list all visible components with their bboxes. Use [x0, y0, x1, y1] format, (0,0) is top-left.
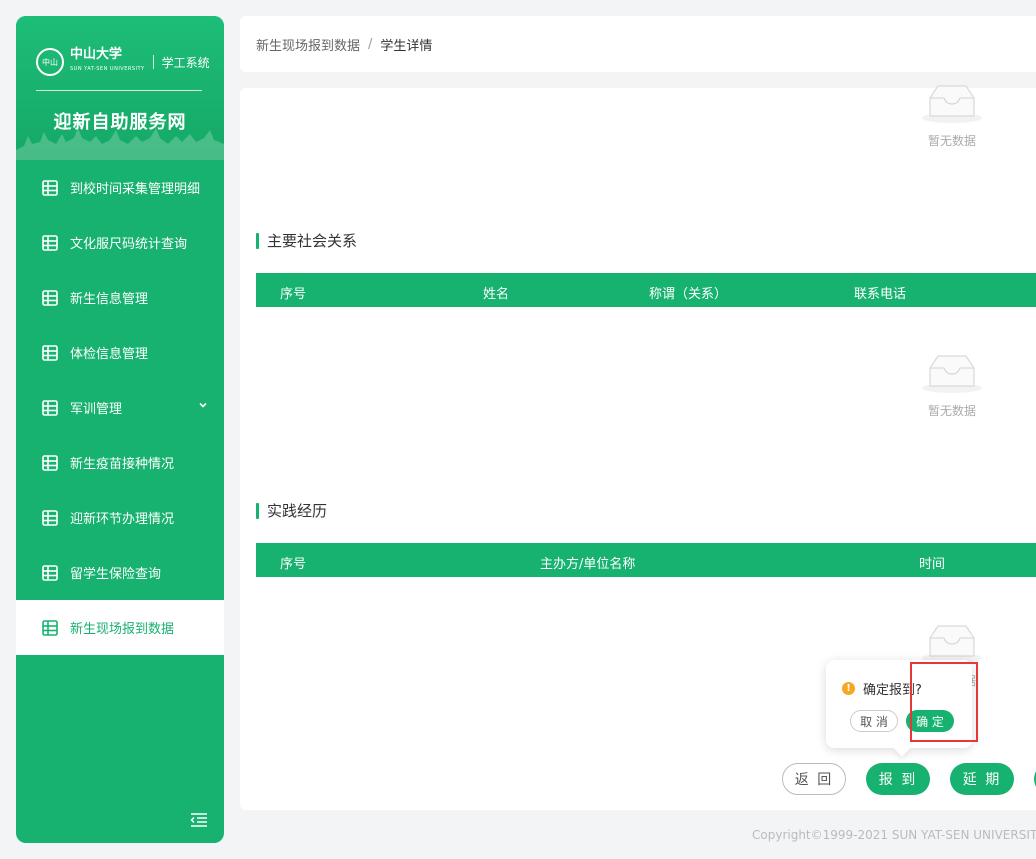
section-title-practice: 实践经历: [256, 500, 327, 521]
sidebar-item-label: 军训管理: [70, 402, 123, 417]
sidebar-item-label: 文化服尺码统计查询: [70, 237, 188, 252]
breadcrumb-parent-link[interactable]: 新生现场报到数据: [256, 35, 360, 54]
seal-text: 中山: [42, 57, 58, 67]
list-icon: [42, 234, 58, 251]
sidebar-item-label: 到校时间采集管理明细: [70, 182, 201, 197]
university-name-en: SUN YAT-SEN UNIVERSITY: [70, 66, 145, 72]
header-divider: [36, 90, 202, 91]
crowd-silhouette-decoration: [16, 128, 224, 160]
column-header: 联系电话: [854, 287, 907, 302]
column-header: 时间: [919, 557, 946, 572]
column-header: 主办方/单位名称: [540, 557, 636, 572]
sidebar-item-label: 留学生保险查询: [70, 567, 162, 582]
sidebar-item-uniform-size[interactable]: 文化服尺码统计查询: [16, 215, 224, 270]
empty-box-icon: [922, 355, 982, 393]
list-icon: [42, 179, 58, 196]
empty-state-text: 暂无数据: [927, 134, 976, 148]
sidebar-item-label: 新生现场报到数据: [70, 622, 175, 637]
section-title-text: 实践经历: [267, 502, 328, 520]
section-accent-bar: [256, 502, 259, 519]
sidebar-item-health-check[interactable]: 体检信息管理: [16, 325, 224, 380]
footer-copyright: Copyright©1999-2021 SUN YAT-SEN UNIVERSI…: [752, 828, 1036, 842]
chevron-down-icon: [199, 402, 207, 408]
sidebar-item-student-info[interactable]: 新生信息管理: [16, 270, 224, 325]
sidebar-item-onsite-report[interactable]: 新生现场报到数据: [16, 600, 224, 655]
warning-icon: !: [842, 682, 855, 695]
social-table-header: 序号 姓名 称谓（关系） 联系电话: [256, 273, 1036, 307]
empty-state-text: 暂无数据: [927, 404, 976, 418]
highlight-box: [910, 662, 978, 742]
delay-button[interactable]: 延 期: [950, 763, 1014, 795]
university-logo: 中山 中山大学 SUN YAT-SEN UNIVERSITY 学工系统: [36, 48, 210, 76]
sidebar-item-welcome-steps[interactable]: 迎新环节办理情况: [16, 490, 224, 545]
list-icon: [42, 509, 58, 526]
empty-state: 暂无数据: [912, 84, 992, 149]
sidebar-header: 中山 中山大学 SUN YAT-SEN UNIVERSITY 学工系统 迎新自助…: [16, 16, 224, 160]
sidebar-item-military-training[interactable]: 军训管理: [16, 380, 224, 435]
list-icon: [42, 454, 58, 471]
breadcrumb-current: 学生详情: [380, 38, 433, 54]
sidebar-item-label: 体检信息管理: [70, 347, 149, 362]
section-accent-bar: [256, 232, 259, 249]
empty-box-icon: [922, 625, 982, 663]
practice-table-header: 序号 主办方/单位名称 时间: [256, 543, 1036, 577]
sidebar-item-label: 新生疫苗接种情况: [70, 457, 175, 472]
empty-state: 暂无数据: [912, 354, 992, 419]
sidebar-item-intl-insurance[interactable]: 留学生保险查询: [16, 545, 224, 600]
section-title-text: 主要社会关系: [267, 232, 358, 250]
breadcrumb-separator: /: [368, 36, 373, 52]
list-icon: [42, 619, 58, 636]
list-icon: [42, 564, 58, 581]
sidebar-item-arrival-time[interactable]: 到校时间采集管理明细: [16, 160, 224, 215]
section-title-social: 主要社会关系: [256, 230, 357, 251]
list-icon: [42, 399, 58, 416]
column-header: 序号: [280, 287, 307, 302]
sidebar-menu: 到校时间采集管理明细 文化服尺码统计查询 新生信息管理 体检信息管理 军训管理 …: [16, 160, 224, 655]
sidebar: 中山 中山大学 SUN YAT-SEN UNIVERSITY 学工系统 迎新自助…: [16, 16, 224, 843]
university-seal-icon: 中山: [36, 48, 64, 76]
system-name: 学工系统: [161, 55, 210, 70]
sidebar-item-label: 新生信息管理: [70, 292, 149, 307]
university-name: 中山大学 SUN YAT-SEN UNIVERSITY: [70, 48, 145, 76]
column-header: 序号: [280, 557, 307, 572]
column-header: 称谓（关系）: [649, 287, 728, 302]
sidebar-item-vaccination[interactable]: 新生疫苗接种情况: [16, 435, 224, 490]
report-button[interactable]: 报 到: [866, 763, 930, 795]
empty-box-icon: [922, 85, 982, 123]
column-header: 姓名: [483, 287, 510, 302]
collapse-menu-icon[interactable]: [190, 813, 208, 827]
back-button[interactable]: 返 回: [782, 763, 846, 795]
breadcrumb: 新生现场报到数据 / 学生详情: [240, 16, 1036, 72]
sidebar-item-label: 迎新环节办理情况: [70, 512, 175, 527]
popover-cancel-button[interactable]: 取 消: [850, 710, 898, 732]
list-icon: [42, 289, 58, 306]
university-name-cn: 中山大学: [70, 47, 123, 62]
list-icon: [42, 344, 58, 361]
logo-divider: [152, 55, 154, 69]
